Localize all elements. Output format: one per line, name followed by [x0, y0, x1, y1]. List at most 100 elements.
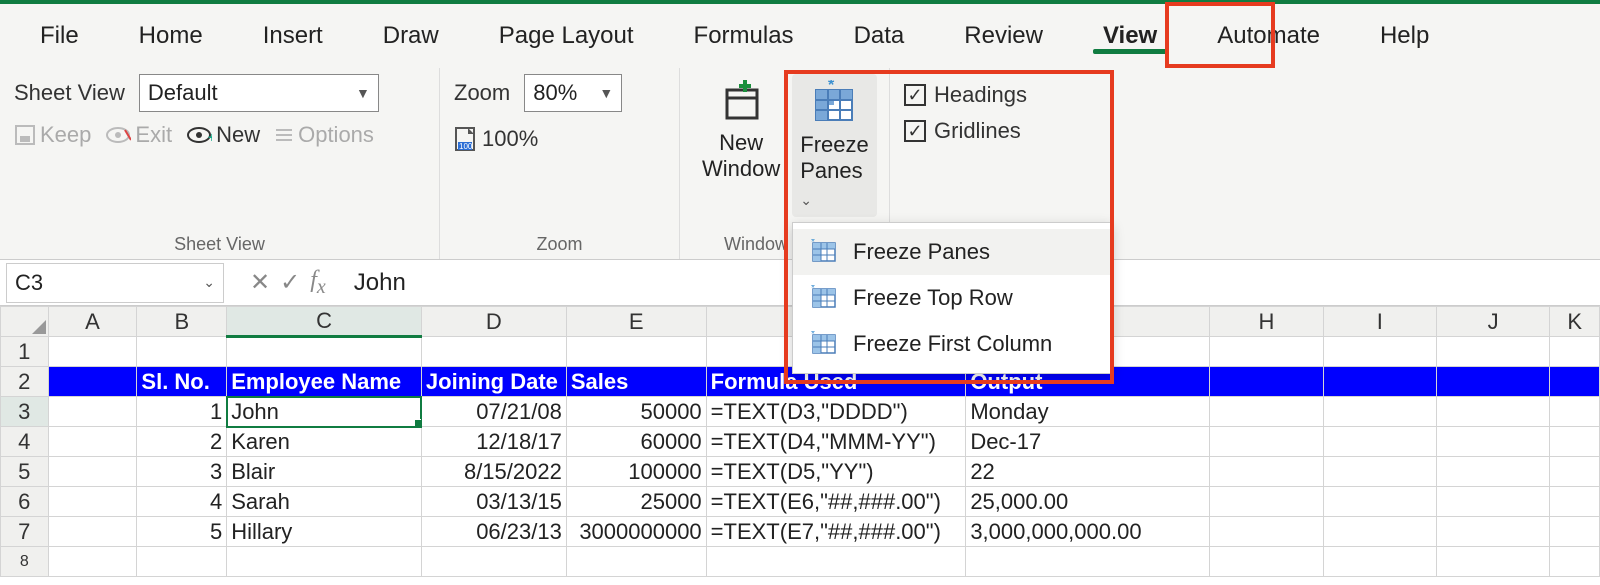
- col-header-C[interactable]: C: [227, 307, 422, 337]
- col-header-A[interactable]: A: [48, 307, 137, 337]
- exit-button[interactable]: Exit: [105, 122, 172, 148]
- header-cell[interactable]: [1550, 367, 1600, 397]
- cell[interactable]: [48, 517, 137, 547]
- cell[interactable]: 1: [137, 397, 227, 427]
- tab-home[interactable]: Home: [109, 12, 233, 60]
- col-header-I[interactable]: I: [1323, 307, 1436, 337]
- options-button[interactable]: Options: [274, 122, 374, 148]
- cell[interactable]: 06/23/13: [421, 517, 566, 547]
- cell[interactable]: [1210, 397, 1323, 427]
- cell[interactable]: [1436, 487, 1549, 517]
- row-header-3[interactable]: 3: [1, 397, 49, 427]
- cell[interactable]: [1323, 517, 1436, 547]
- cell[interactable]: [1436, 517, 1549, 547]
- cell[interactable]: Hillary: [227, 517, 422, 547]
- cell[interactable]: =TEXT(D3,"DDDD"): [706, 397, 966, 427]
- row-header-5[interactable]: 5: [1, 457, 49, 487]
- menu-item-freeze-panes[interactable]: *Freeze Panes: [793, 229, 1111, 275]
- row-header-1[interactable]: 1: [1, 337, 49, 367]
- header-cell[interactable]: Sales: [566, 367, 706, 397]
- cell[interactable]: [1436, 457, 1549, 487]
- select-all-corner[interactable]: [1, 307, 49, 337]
- zoom-100-button[interactable]: 100 100%: [454, 126, 538, 152]
- cell[interactable]: [48, 337, 137, 367]
- tab-help[interactable]: Help: [1350, 12, 1459, 60]
- col-header-D[interactable]: D: [421, 307, 566, 337]
- cell[interactable]: [1210, 457, 1323, 487]
- tab-file[interactable]: File: [10, 12, 109, 60]
- col-header-E[interactable]: E: [566, 307, 706, 337]
- menu-item-freeze-first-column[interactable]: *Freeze First Column: [793, 321, 1111, 367]
- header-cell[interactable]: [1436, 367, 1549, 397]
- new-view-button[interactable]: + New: [186, 122, 260, 148]
- cell[interactable]: [1550, 457, 1600, 487]
- header-cell[interactable]: [1210, 367, 1323, 397]
- cell[interactable]: [1550, 337, 1600, 367]
- row-header-6[interactable]: 6: [1, 487, 49, 517]
- cell[interactable]: [1210, 487, 1323, 517]
- cell[interactable]: =TEXT(D5,"YY"): [706, 457, 966, 487]
- cell[interactable]: 50000: [566, 397, 706, 427]
- cell[interactable]: [1323, 427, 1436, 457]
- cell[interactable]: [1436, 427, 1549, 457]
- cell[interactable]: [1210, 337, 1323, 367]
- headings-checkbox[interactable]: Headings: [904, 82, 1027, 108]
- cell[interactable]: [1436, 397, 1549, 427]
- cell[interactable]: [1323, 397, 1436, 427]
- cell[interactable]: 8/15/2022: [421, 457, 566, 487]
- cell[interactable]: [48, 397, 137, 427]
- zoom-select[interactable]: 80% ▼: [524, 74, 622, 112]
- cell[interactable]: 22: [966, 457, 1210, 487]
- cell[interactable]: Dec-17: [966, 427, 1210, 457]
- cell[interactable]: 3,000,000,000.00: [966, 517, 1210, 547]
- sheet-view-select[interactable]: Default ▼: [139, 74, 379, 112]
- col-header-J[interactable]: J: [1436, 307, 1549, 337]
- row-header-2[interactable]: 2: [1, 367, 49, 397]
- cell[interactable]: [1210, 517, 1323, 547]
- freeze-panes-button[interactable]: * Freeze Panes ⌄: [792, 74, 876, 217]
- cell[interactable]: Sarah: [227, 487, 422, 517]
- cell[interactable]: [1550, 517, 1600, 547]
- col-header-H[interactable]: H: [1210, 307, 1323, 337]
- cell[interactable]: [1550, 397, 1600, 427]
- cell[interactable]: [1550, 487, 1600, 517]
- col-header-B[interactable]: B: [137, 307, 227, 337]
- fx-button[interactable]: fx: [310, 267, 326, 299]
- col-header-K[interactable]: K: [1550, 307, 1600, 337]
- row-header-7[interactable]: 7: [1, 517, 49, 547]
- cell[interactable]: 03/13/15: [421, 487, 566, 517]
- cell[interactable]: [48, 427, 137, 457]
- header-cell[interactable]: [1323, 367, 1436, 397]
- name-box[interactable]: C3 ⌄: [6, 263, 224, 303]
- menu-item-freeze-top-row[interactable]: *Freeze Top Row: [793, 275, 1111, 321]
- cell[interactable]: [1436, 337, 1549, 367]
- cell[interactable]: [48, 487, 137, 517]
- cell[interactable]: 3: [137, 457, 227, 487]
- cell[interactable]: Blair: [227, 457, 422, 487]
- cell[interactable]: =TEXT(E6,"##,###.00"): [706, 487, 966, 517]
- header-cell[interactable]: Employee Name: [227, 367, 422, 397]
- keep-button[interactable]: Keep: [14, 122, 91, 148]
- cell[interactable]: [1550, 427, 1600, 457]
- cell[interactable]: 2: [137, 427, 227, 457]
- cell[interactable]: 60000: [566, 427, 706, 457]
- tab-formulas[interactable]: Formulas: [664, 12, 824, 60]
- cell[interactable]: [1323, 487, 1436, 517]
- accept-formula-button[interactable]: ✓: [280, 268, 300, 297]
- gridlines-checkbox[interactable]: Gridlines: [904, 118, 1027, 144]
- cell[interactable]: 3000000000: [566, 517, 706, 547]
- header-cell[interactable]: Sl. No.: [137, 367, 227, 397]
- cell[interactable]: [1210, 427, 1323, 457]
- tab-data[interactable]: Data: [824, 12, 935, 60]
- cell[interactable]: Karen: [227, 427, 422, 457]
- tab-automate[interactable]: Automate: [1187, 12, 1350, 60]
- cell[interactable]: [1323, 337, 1436, 367]
- cell[interactable]: 100000: [566, 457, 706, 487]
- tab-insert[interactable]: Insert: [233, 12, 353, 60]
- cell[interactable]: =TEXT(D4,"MMM-YY"): [706, 427, 966, 457]
- tab-draw[interactable]: Draw: [353, 12, 469, 60]
- tab-review[interactable]: Review: [934, 12, 1073, 60]
- cell[interactable]: Monday: [966, 397, 1210, 427]
- cell[interactable]: [227, 337, 422, 367]
- cell[interactable]: 4: [137, 487, 227, 517]
